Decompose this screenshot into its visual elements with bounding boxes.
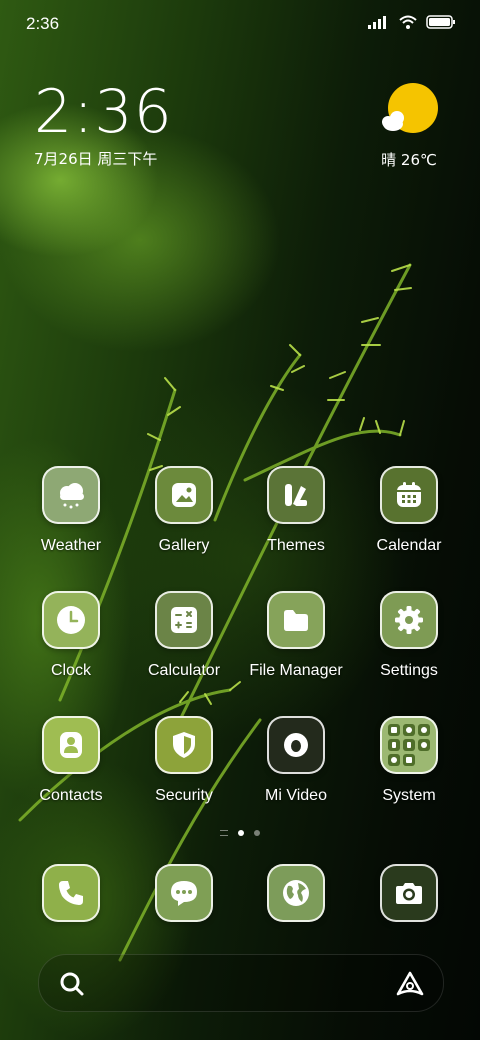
dock-phone-icon [42,864,100,922]
app-contacts-icon [42,716,100,774]
app-clock[interactable]: Clock [11,591,131,680]
dock-browser[interactable] [236,864,356,922]
app-calculator-icon [155,591,213,649]
app-gallery[interactable]: Gallery [124,466,244,555]
app-security[interactable]: Security [124,716,244,805]
widget-date: 7月26日 周三下午 [34,150,158,168]
app-label: Calculator [147,662,221,679]
app-label: Contacts [39,787,103,804]
page-indicator-feed[interactable] [220,830,228,836]
app-label: Security [155,787,213,804]
app-settings-icon [380,591,438,649]
app-weather-icon [42,466,100,524]
search-bar[interactable] [38,954,444,1012]
calendar-icon [397,482,421,507]
page-indicator[interactable] [0,830,480,836]
video-play-icon [284,733,308,757]
app-calendar-icon [380,466,438,524]
app-weather[interactable]: Weather [11,466,131,555]
signal-icon [368,16,386,29]
battery-icon [426,15,455,29]
page-dot[interactable] [254,830,260,836]
app-label: Themes [267,537,325,554]
weather-condition: 晴 26℃ [381,151,437,169]
dock-messages-icon [155,864,213,922]
dock-camera[interactable] [349,864,469,922]
sun-cloud-icon [382,83,438,133]
app-calculator[interactable]: Calculator [124,591,244,680]
gallery-photo-icon [172,483,196,507]
globe-icon [283,880,309,906]
wifi-icon [399,15,417,29]
calculator-icon [171,607,197,633]
dock-browser-icon [267,864,325,922]
shield-icon [173,732,195,758]
app-calendar[interactable]: Calendar [349,466,469,555]
app-gallery-icon [155,466,213,524]
app-system-folder-icon [380,716,438,774]
app-system-folder[interactable]: System [349,716,469,805]
status-time: 2:36 [26,14,60,33]
folder-grid-icon [388,724,430,766]
app-mi-video-icon [267,716,325,774]
app-settings[interactable]: Settings [349,591,469,680]
app-file-manager-icon [267,591,325,649]
search-icon[interactable] [59,971,85,1002]
dock-messages[interactable] [124,864,244,922]
camera-icon [396,883,422,904]
app-mi-video[interactable]: Mi Video [236,716,356,805]
status-icons [368,14,456,30]
folder-icon [284,610,308,631]
page-dot-current[interactable] [238,830,244,836]
dock-phone[interactable] [11,864,131,922]
app-label: Gallery [158,537,210,554]
app-label: System [382,787,436,804]
contact-person-icon [60,732,82,758]
app-label: Weather [40,537,102,554]
app-themes-icon [267,466,325,524]
themes-brush-icon [285,484,307,506]
app-label: Settings [380,662,438,679]
widget-time: 2:36 [34,77,173,147]
app-clock-icon [42,591,100,649]
dock-camera-icon [380,864,438,922]
clock-widget[interactable]: 2:36 7月26日 周三下午 [34,78,254,169]
app-label: Clock [50,662,91,679]
app-contacts[interactable]: Contacts [11,716,131,805]
weather-cloud-icon [60,483,84,509]
phone-icon [59,881,83,905]
weather-widget[interactable]: 晴 26℃ [374,82,444,170]
app-themes[interactable]: Themes [236,466,356,555]
app-label: File Manager [249,662,343,679]
status-bar: 2:36 [0,0,480,48]
app-label: Calendar [376,537,442,554]
app-label: Mi Video [265,787,327,804]
app-security-icon [155,716,213,774]
chat-bubble-icon [171,881,197,906]
assistant-icon[interactable] [395,970,425,1003]
app-file-manager[interactable]: File Manager [236,591,356,680]
gear-icon [395,606,423,634]
clock-icon [57,606,85,634]
